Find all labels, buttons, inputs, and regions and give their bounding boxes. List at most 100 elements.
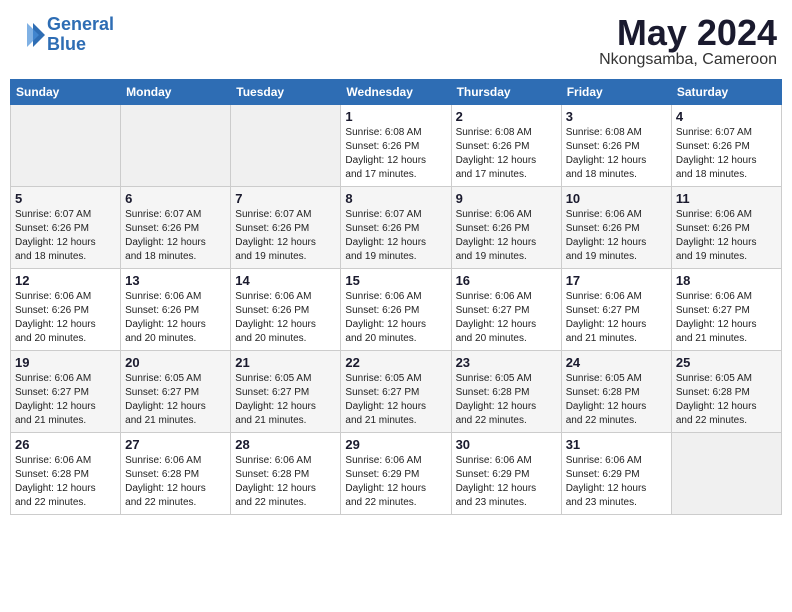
day-info: Sunrise: 6:06 AM Sunset: 6:27 PM Dayligh… xyxy=(15,372,116,428)
calendar-cell xyxy=(231,105,341,187)
day-number: 18 xyxy=(676,273,777,288)
weekday-thursday: Thursday xyxy=(451,80,561,105)
calendar-cell: 25 Sunrise: 6:05 AM Sunset: 6:28 PM Dayli… xyxy=(671,351,781,433)
day-info: Sunrise: 6:06 AM Sunset: 6:27 PM Dayligh… xyxy=(676,290,777,346)
day-number: 27 xyxy=(125,437,226,452)
day-number: 26 xyxy=(15,437,116,452)
calendar-cell: 7Sunrise: 6:07 AM Sunset: 6:26 PM Daylig… xyxy=(231,187,341,269)
day-number: 19 xyxy=(15,355,116,370)
calendar-cell: 1Sunrise: 6:08 AM Sunset: 6:26 PM Daylig… xyxy=(341,105,451,187)
calendar-cell: 17Sunrise: 6:06 AM Sunset: 6:27 PM Dayli… xyxy=(561,269,671,351)
calendar-cell: 5Sunrise: 6:07 AM Sunset: 6:26 PM Daylig… xyxy=(11,187,121,269)
calendar-cell: 11Sunrise: 6:06 AM Sunset: 6:26 PM Dayli… xyxy=(671,187,781,269)
title-block: May 2024 Nkongsamba, Cameroon xyxy=(599,15,777,69)
day-info: Sunrise: 6:05 AM Sunset: 6:27 PM Dayligh… xyxy=(345,372,446,428)
day-number: 31 xyxy=(566,437,667,452)
day-info: Sunrise: 6:06 AM Sunset: 6:28 PM Dayligh… xyxy=(235,454,336,510)
day-number: 6 xyxy=(125,191,226,206)
weekday-sunday: Sunday xyxy=(11,80,121,105)
calendar-cell xyxy=(11,105,121,187)
day-number: 16 xyxy=(456,273,557,288)
calendar-cell: 26Sunrise: 6:06 AM Sunset: 6:28 PM Dayli… xyxy=(11,433,121,515)
weekday-header-row: SundayMondayTuesdayWednesdayThursdayFrid… xyxy=(11,80,782,105)
page-header: General Blue May 2024 Nkongsamba, Camero… xyxy=(10,10,782,69)
day-info: Sunrise: 6:06 AM Sunset: 6:27 PM Dayligh… xyxy=(566,290,667,346)
calendar-cell: 3 Sunrise: 6:08 AM Sunset: 6:26 PM Daylig… xyxy=(561,105,671,187)
day-info: Sunrise: 6:08 AM Sunset: 6:26 PM Dayligh… xyxy=(456,126,557,182)
calendar-cell: 4Sunrise: 6:07 AM Sunset: 6:26 PM Daylig… xyxy=(671,105,781,187)
day-info: Sunrise: 6:06 AM Sunset: 6:26 PM Dayligh… xyxy=(125,290,226,346)
logo-line2: Blue xyxy=(47,34,86,54)
calendar-cell: 28 Sunrise: 6:06 AM Sunset: 6:28 PM Dayli… xyxy=(231,433,341,515)
calendar-cell: 22Sunrise: 6:05 AM Sunset: 6:27 PM Dayli… xyxy=(341,351,451,433)
day-info: Sunrise: 6:06 AM Sunset: 6:26 PM Dayligh… xyxy=(345,290,446,346)
calendar-cell: 30 Sunrise: 6:06 AM Sunset: 6:29 PM Dayli… xyxy=(451,433,561,515)
logo-text: General Blue xyxy=(47,15,114,55)
calendar-cell: 19 Sunrise: 6:06 AM Sunset: 6:27 PM Dayli… xyxy=(11,351,121,433)
calendar-cell: 16 Sunrise: 6:06 AM Sunset: 6:27 PM Dayli… xyxy=(451,269,561,351)
day-info: Sunrise: 6:05 AM Sunset: 6:28 PM Dayligh… xyxy=(456,372,557,428)
day-number: 4 xyxy=(676,109,777,124)
day-info: Sunrise: 6:08 AM Sunset: 6:26 PM Dayligh… xyxy=(566,126,667,182)
day-info: Sunrise: 6:07 AM Sunset: 6:26 PM Dayligh… xyxy=(15,208,116,264)
calendar-cell: 10Sunrise: 6:06 AM Sunset: 6:26 PM Dayli… xyxy=(561,187,671,269)
calendar-cell: 18 Sunrise: 6:06 AM Sunset: 6:27 PM Dayli… xyxy=(671,269,781,351)
week-row-3: 12Sunrise: 6:06 AM Sunset: 6:26 PM Dayli… xyxy=(11,269,782,351)
day-number: 30 xyxy=(456,437,557,452)
weekday-saturday: Saturday xyxy=(671,80,781,105)
day-info: Sunrise: 6:06 AM Sunset: 6:26 PM Dayligh… xyxy=(676,208,777,264)
day-info: Sunrise: 6:06 AM Sunset: 6:27 PM Dayligh… xyxy=(456,290,557,346)
week-row-4: 19 Sunrise: 6:06 AM Sunset: 6:27 PM Dayli… xyxy=(11,351,782,433)
weekday-friday: Friday xyxy=(561,80,671,105)
weekday-tuesday: Tuesday xyxy=(231,80,341,105)
day-number: 2 xyxy=(456,109,557,124)
day-info: Sunrise: 6:05 AM Sunset: 6:28 PM Dayligh… xyxy=(676,372,777,428)
calendar-cell: 20 Sunrise: 6:05 AM Sunset: 6:27 PM Dayli… xyxy=(121,351,231,433)
logo-line1: General xyxy=(47,14,114,34)
calendar-cell: 2 Sunrise: 6:08 AM Sunset: 6:26 PM Daylig… xyxy=(451,105,561,187)
day-number: 24 xyxy=(566,355,667,370)
day-info: Sunrise: 6:06 AM Sunset: 6:29 PM Dayligh… xyxy=(566,454,667,510)
day-info: Sunrise: 6:06 AM Sunset: 6:26 PM Dayligh… xyxy=(235,290,336,346)
calendar-cell: 13 Sunrise: 6:06 AM Sunset: 6:26 PM Dayli… xyxy=(121,269,231,351)
day-number: 10 xyxy=(566,191,667,206)
calendar-cell: 31 Sunrise: 6:06 AM Sunset: 6:29 PM Dayli… xyxy=(561,433,671,515)
day-info: Sunrise: 6:06 AM Sunset: 6:26 PM Dayligh… xyxy=(15,290,116,346)
day-info: Sunrise: 6:05 AM Sunset: 6:27 PM Dayligh… xyxy=(235,372,336,428)
day-info: Sunrise: 6:06 AM Sunset: 6:29 PM Dayligh… xyxy=(456,454,557,510)
calendar-table: SundayMondayTuesdayWednesdayThursdayFrid… xyxy=(10,79,782,515)
logo: General Blue xyxy=(15,15,114,55)
day-number: 21 xyxy=(235,355,336,370)
day-number: 8 xyxy=(345,191,446,206)
day-info: Sunrise: 6:05 AM Sunset: 6:28 PM Dayligh… xyxy=(566,372,667,428)
calendar-body: 1 Sunrise: 6:08 AM Sunset: 6:26 PM Daylig… xyxy=(11,105,782,515)
day-number: 13 xyxy=(125,273,226,288)
day-number: 7 xyxy=(235,191,336,206)
day-info: Sunrise: 6:06 AM Sunset: 6:26 PM Dayligh… xyxy=(456,208,557,264)
day-number: 25 xyxy=(676,355,777,370)
week-row-5: 26 Sunrise: 6:06 AM Sunset: 6:28 PM Dayli… xyxy=(11,433,782,515)
week-row-1: 1 Sunrise: 6:08 AM Sunset: 6:26 PM Daylig… xyxy=(11,105,782,187)
calendar-cell: 9Sunrise: 6:06 AM Sunset: 6:26 PM Daylig… xyxy=(451,187,561,269)
calendar-cell: 23Sunrise: 6:05 AM Sunset: 6:28 PM Dayli… xyxy=(451,351,561,433)
day-info: Sunrise: 6:06 AM Sunset: 6:28 PM Dayligh… xyxy=(125,454,226,510)
logo-icon xyxy=(15,20,45,50)
day-info: Sunrise: 6:06 AM Sunset: 6:29 PM Dayligh… xyxy=(345,454,446,510)
day-number: 28 xyxy=(235,437,336,452)
day-info: Sunrise: 6:05 AM Sunset: 6:27 PM Dayligh… xyxy=(125,372,226,428)
calendar-cell: 29 Sunrise: 6:06 AM Sunset: 6:29 PM Dayli… xyxy=(341,433,451,515)
day-number: 20 xyxy=(125,355,226,370)
calendar-cell: 15 Sunrise: 6:06 AM Sunset: 6:26 PM Dayli… xyxy=(341,269,451,351)
day-number: 3 xyxy=(566,109,667,124)
calendar-cell xyxy=(671,433,781,515)
day-number: 15 xyxy=(345,273,446,288)
day-number: 1 xyxy=(345,109,446,124)
calendar-cell: 24 Sunrise: 6:05 AM Sunset: 6:28 PM Dayli… xyxy=(561,351,671,433)
month-year: May 2024 xyxy=(599,15,777,51)
weekday-monday: Monday xyxy=(121,80,231,105)
calendar-cell: 6Sunrise: 6:07 AM Sunset: 6:26 PM Daylig… xyxy=(121,187,231,269)
day-number: 29 xyxy=(345,437,446,452)
day-info: Sunrise: 6:07 AM Sunset: 6:26 PM Dayligh… xyxy=(345,208,446,264)
calendar-cell: 27 Sunrise: 6:06 AM Sunset: 6:28 PM Dayli… xyxy=(121,433,231,515)
location: Nkongsamba, Cameroon xyxy=(599,51,777,69)
